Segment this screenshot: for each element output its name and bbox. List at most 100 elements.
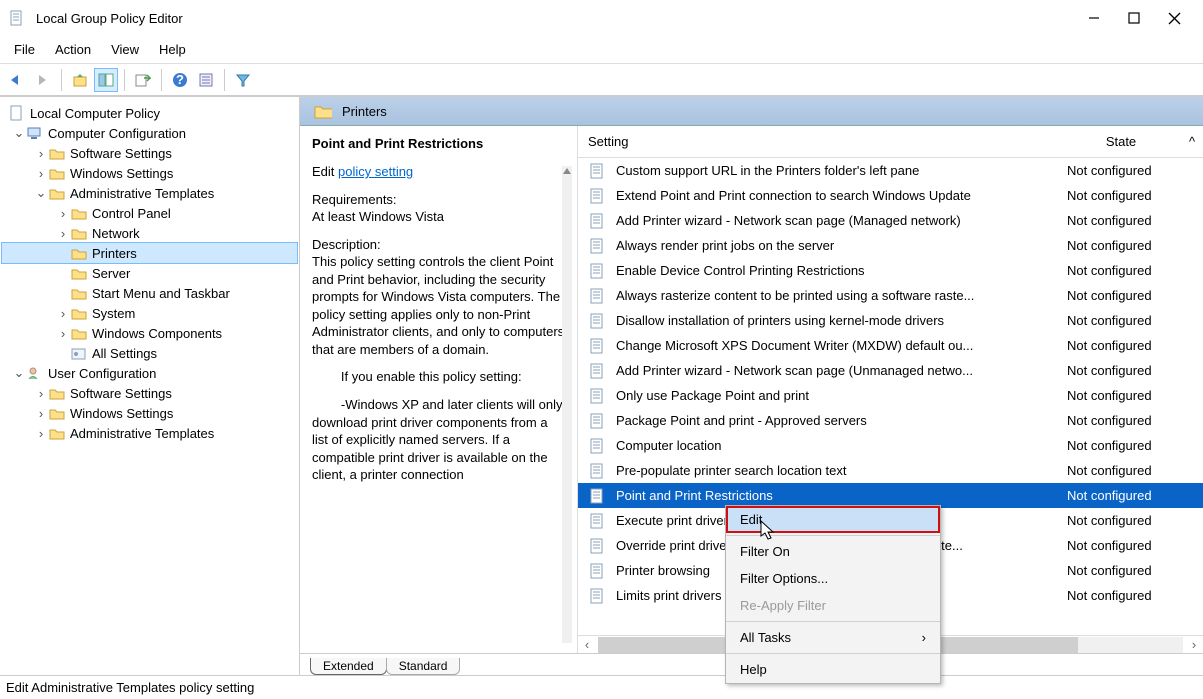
tree-item-label: Software Settings <box>70 386 172 401</box>
menu-action[interactable]: Action <box>55 42 91 57</box>
menu-view[interactable]: View <box>111 42 139 57</box>
tree-computer-configuration[interactable]: ⌄Computer Configuration <box>2 123 297 143</box>
tree-cc-software-settings[interactable]: ›Software Settings <box>2 143 297 163</box>
list-row-label: Custom support URL in the Printers folde… <box>616 163 919 178</box>
help-icon[interactable]: ? <box>169 69 191 91</box>
chevron-down-icon[interactable]: ⌄ <box>12 365 26 381</box>
tree-at-control-panel[interactable]: › Control Panel <box>2 203 297 223</box>
chevron-right-icon[interactable]: › <box>34 406 48 421</box>
list-row[interactable]: Extend Point and Print connection to sea… <box>578 183 1203 208</box>
tree-uc-software-settings[interactable]: › Software Settings <box>2 383 297 403</box>
col-setting[interactable]: Setting <box>588 134 1061 149</box>
details-scrollbar[interactable] <box>559 166 575 643</box>
context-menu: Edit Filter On Filter Options... Re-Appl… <box>725 505 941 684</box>
ctx-all-tasks[interactable]: All Tasks› <box>726 624 940 651</box>
scroll-left-icon[interactable]: ‹ <box>578 637 596 652</box>
tree-at-windows-components[interactable]: ›Windows Components <box>2 323 297 343</box>
desc-extra1: If you enable this policy setting: <box>312 368 565 386</box>
show-hide-tree-icon[interactable] <box>95 69 117 91</box>
chevron-right-icon[interactable]: › <box>56 226 70 241</box>
policy-icon <box>588 488 606 504</box>
ctx-reapply-filter: Re-Apply Filter <box>726 592 940 619</box>
up-icon[interactable] <box>69 69 91 91</box>
ctx-reapply-label: Re-Apply Filter <box>740 598 826 613</box>
list-row-state: Not configured <box>1063 188 1203 203</box>
chevron-right-icon[interactable]: › <box>34 166 48 181</box>
list-row[interactable]: Pre-populate printer search location tex… <box>578 458 1203 483</box>
details-pane: Point and Print Restrictions Edit policy… <box>300 126 578 653</box>
maximize-button[interactable] <box>1128 12 1140 25</box>
nav-tree[interactable]: Local Computer Policy ⌄Computer Configur… <box>0 97 300 675</box>
list-row[interactable]: Add Printer wizard - Network scan page (… <box>578 358 1203 383</box>
chevron-right-icon[interactable]: › <box>56 306 70 321</box>
tree-uc-windows-settings[interactable]: ›Windows Settings <box>2 403 297 423</box>
policy-icon <box>588 238 606 254</box>
list-row[interactable]: Custom support URL in the Printers folde… <box>578 158 1203 183</box>
list-row[interactable]: Package Point and print - Approved serve… <box>578 408 1203 433</box>
list-row-label: Package Point and print - Approved serve… <box>616 413 867 428</box>
scroll-up-icon[interactable]: ^ <box>1181 134 1203 149</box>
list-row-label: Printer browsing <box>616 563 710 578</box>
minimize-button[interactable] <box>1088 12 1100 25</box>
list-row-state: Not configured <box>1063 388 1203 403</box>
list-row[interactable]: Change Microsoft XPS Document Writer (MX… <box>578 333 1203 358</box>
list-row[interactable]: Computer locationNot configured <box>578 433 1203 458</box>
ctx-filter-on[interactable]: Filter On <box>726 538 940 565</box>
list-row[interactable]: Add Printer wizard - Network scan page (… <box>578 208 1203 233</box>
ctx-edit-label: Edit <box>740 512 762 527</box>
policy-icon <box>588 213 606 229</box>
chevron-down-icon[interactable]: ⌄ <box>34 185 48 201</box>
tree-cc-admin-templates[interactable]: ⌄Administrative Templates <box>2 183 297 203</box>
list-row[interactable]: Always render print jobs on the serverNo… <box>578 233 1203 258</box>
menu-help[interactable]: Help <box>159 42 186 57</box>
close-button[interactable] <box>1168 12 1181 25</box>
scroll-right-icon[interactable]: › <box>1185 637 1203 652</box>
list-row[interactable]: Disallow installation of printers using … <box>578 308 1203 333</box>
ctx-edit[interactable]: Edit <box>726 506 940 533</box>
tree-item-label: Control Panel <box>92 206 171 221</box>
tree-root[interactable]: Local Computer Policy <box>2 103 297 123</box>
tree-uc-admin-templates[interactable]: ›Administrative Templates <box>2 423 297 443</box>
tree-user-configuration[interactable]: ⌄User Configuration <box>2 363 297 383</box>
ctx-help[interactable]: Help <box>726 656 940 683</box>
chevron-right-icon[interactable]: › <box>56 206 70 221</box>
tree-at-start-menu[interactable]: Start Menu and Taskbar <box>2 283 297 303</box>
policy-icon <box>588 388 606 404</box>
tree-at-all-settings[interactable]: All Settings <box>2 343 297 363</box>
edit-policy-link[interactable]: policy setting <box>338 164 413 179</box>
tree-at-server[interactable]: Server <box>2 263 297 283</box>
toolbar: ? <box>0 64 1203 96</box>
chevron-right-icon[interactable]: › <box>56 326 70 341</box>
tree-at-network[interactable]: ›Network <box>2 223 297 243</box>
back-icon[interactable] <box>6 69 28 91</box>
chevron-right-icon[interactable]: › <box>34 146 48 161</box>
col-state[interactable]: State <box>1061 134 1181 149</box>
desc-label: Description: <box>312 237 381 252</box>
policy-icon <box>588 363 606 379</box>
list-row-state: Not configured <box>1063 163 1203 178</box>
list-row-label: Always rasterize content to be printed u… <box>616 288 974 303</box>
menu-file[interactable]: File <box>14 42 35 57</box>
chevron-right-icon[interactable]: › <box>34 386 48 401</box>
tree-cc-windows-settings[interactable]: ›Windows Settings <box>2 163 297 183</box>
chevron-right-icon[interactable]: › <box>34 426 48 441</box>
list-row-label: Add Printer wizard - Network scan page (… <box>616 363 973 378</box>
export-icon[interactable] <box>132 69 154 91</box>
ctx-filter-options[interactable]: Filter Options... <box>726 565 940 592</box>
tree-at-printers[interactable]: Printers <box>2 243 297 263</box>
ctx-help-label: Help <box>740 662 767 677</box>
properties-icon[interactable] <box>195 69 217 91</box>
list-row-label: Enable Device Control Printing Restricti… <box>616 263 865 278</box>
edit-prefix: Edit <box>312 164 338 179</box>
list-row[interactable]: Enable Device Control Printing Restricti… <box>578 258 1203 283</box>
filter-icon[interactable] <box>232 69 254 91</box>
tab-extended[interactable]: Extended <box>310 658 387 675</box>
forward-icon[interactable] <box>32 69 54 91</box>
policy-icon <box>588 288 606 304</box>
list-row[interactable]: Only use Package Point and printNot conf… <box>578 383 1203 408</box>
chevron-down-icon[interactable]: ⌄ <box>12 125 26 141</box>
tab-standard[interactable]: Standard <box>386 658 461 675</box>
tree-at-system[interactable]: ›System <box>2 303 297 323</box>
list-row[interactable]: Always rasterize content to be printed u… <box>578 283 1203 308</box>
list-row-state: Not configured <box>1063 338 1203 353</box>
